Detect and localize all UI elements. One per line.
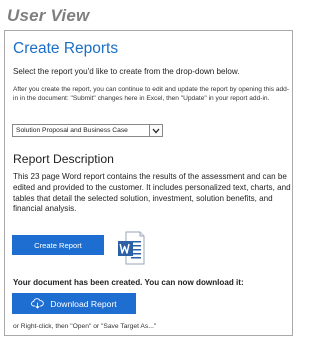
word-doc-icon <box>118 231 145 265</box>
edit-note-text: After you create the report, you can con… <box>13 86 290 102</box>
report-type-select-value: Solution Proposal and Business Case <box>16 127 128 134</box>
download-report-button[interactable]: Download Report <box>12 293 136 314</box>
create-reports-panel: Create Reports Select the report you'd l… <box>4 30 293 336</box>
document-created-message: Your document has been created. You can … <box>13 278 244 287</box>
report-description-heading: Report Description <box>13 152 114 166</box>
report-description-text: This 23 page Word report contains the re… <box>13 172 291 214</box>
download-report-label: Download Report <box>50 298 117 309</box>
right-click-hint: or Right-click, then "Open" or "Save Tar… <box>13 323 157 330</box>
create-report-button[interactable]: Create Report <box>12 235 104 255</box>
intro-text: Select the report you'd like to create f… <box>13 67 240 76</box>
cloud-download-icon <box>31 298 45 309</box>
chevron-down-icon[interactable] <box>149 125 162 136</box>
view-title: User View <box>7 6 90 25</box>
create-reports-heading: Create Reports <box>13 40 119 57</box>
report-type-select[interactable]: Solution Proposal and Business Case <box>12 124 163 137</box>
